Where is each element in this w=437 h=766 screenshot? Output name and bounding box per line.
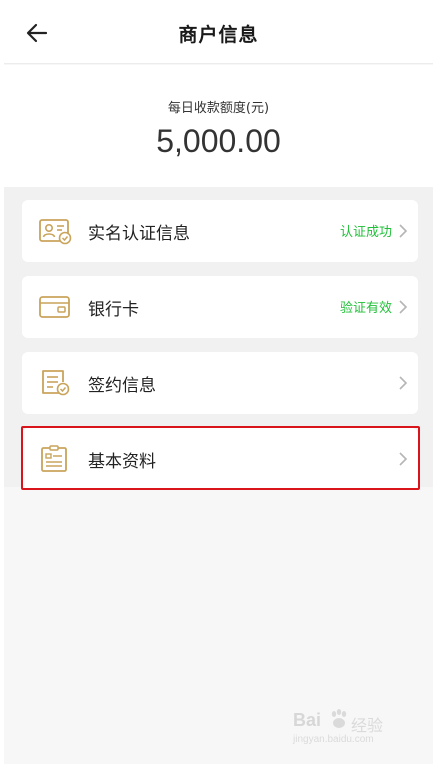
app-screen: 商户信息 每日收款额度(元) 5,000.00 实名认证信息 认证成功 银行卡 … bbox=[4, 2, 433, 764]
watermark-url: jingyan.baidu.com bbox=[293, 734, 374, 745]
chevron-right-icon bbox=[399, 224, 408, 238]
daily-quota-panel: 每日收款额度(元) 5,000.00 bbox=[4, 65, 433, 187]
paw-icon bbox=[331, 709, 347, 728]
menu-item-label: 银行卡 bbox=[88, 300, 139, 320]
chevron-right-icon bbox=[399, 452, 408, 466]
bank-card-icon bbox=[39, 296, 70, 318]
chevron-right-icon bbox=[399, 376, 408, 390]
menu-item-bank-card[interactable]: 银行卡 验证有效 bbox=[22, 276, 418, 338]
chevron-right-icon bbox=[399, 300, 408, 314]
watermark-logo: Bai 经验 jingyan.baidu.com bbox=[293, 706, 403, 752]
merchant-info-menu: 实名认证信息 认证成功 银行卡 验证有效 签约信息 基本资料 bbox=[4, 187, 433, 490]
top-bar: 商户信息 bbox=[4, 2, 433, 64]
menu-item-real-name-verification[interactable]: 实名认证信息 认证成功 bbox=[22, 200, 418, 262]
status-badge: 验证有效 bbox=[339, 301, 392, 316]
status-badge: 认证成功 bbox=[339, 225, 392, 240]
menu-item-basic-info[interactable]: 基本资料 bbox=[22, 428, 418, 490]
daily-quota-label: 每日收款额度(元) bbox=[167, 101, 270, 116]
menu-item-label: 基本资料 bbox=[88, 452, 156, 472]
clipboard-icon bbox=[41, 445, 67, 472]
page-title: 商户信息 bbox=[178, 24, 259, 46]
watermark-cn: 经验 bbox=[351, 716, 384, 735]
contract-check-icon bbox=[42, 370, 70, 396]
menu-item-label: 签约信息 bbox=[88, 376, 156, 396]
menu-item-label: 实名认证信息 bbox=[88, 224, 190, 244]
watermark-brand: Bai bbox=[293, 710, 322, 730]
menu-item-contract-info[interactable]: 签约信息 bbox=[22, 352, 418, 414]
id-card-check-icon bbox=[39, 219, 72, 245]
daily-quota-value: 5,000.00 bbox=[156, 123, 281, 159]
